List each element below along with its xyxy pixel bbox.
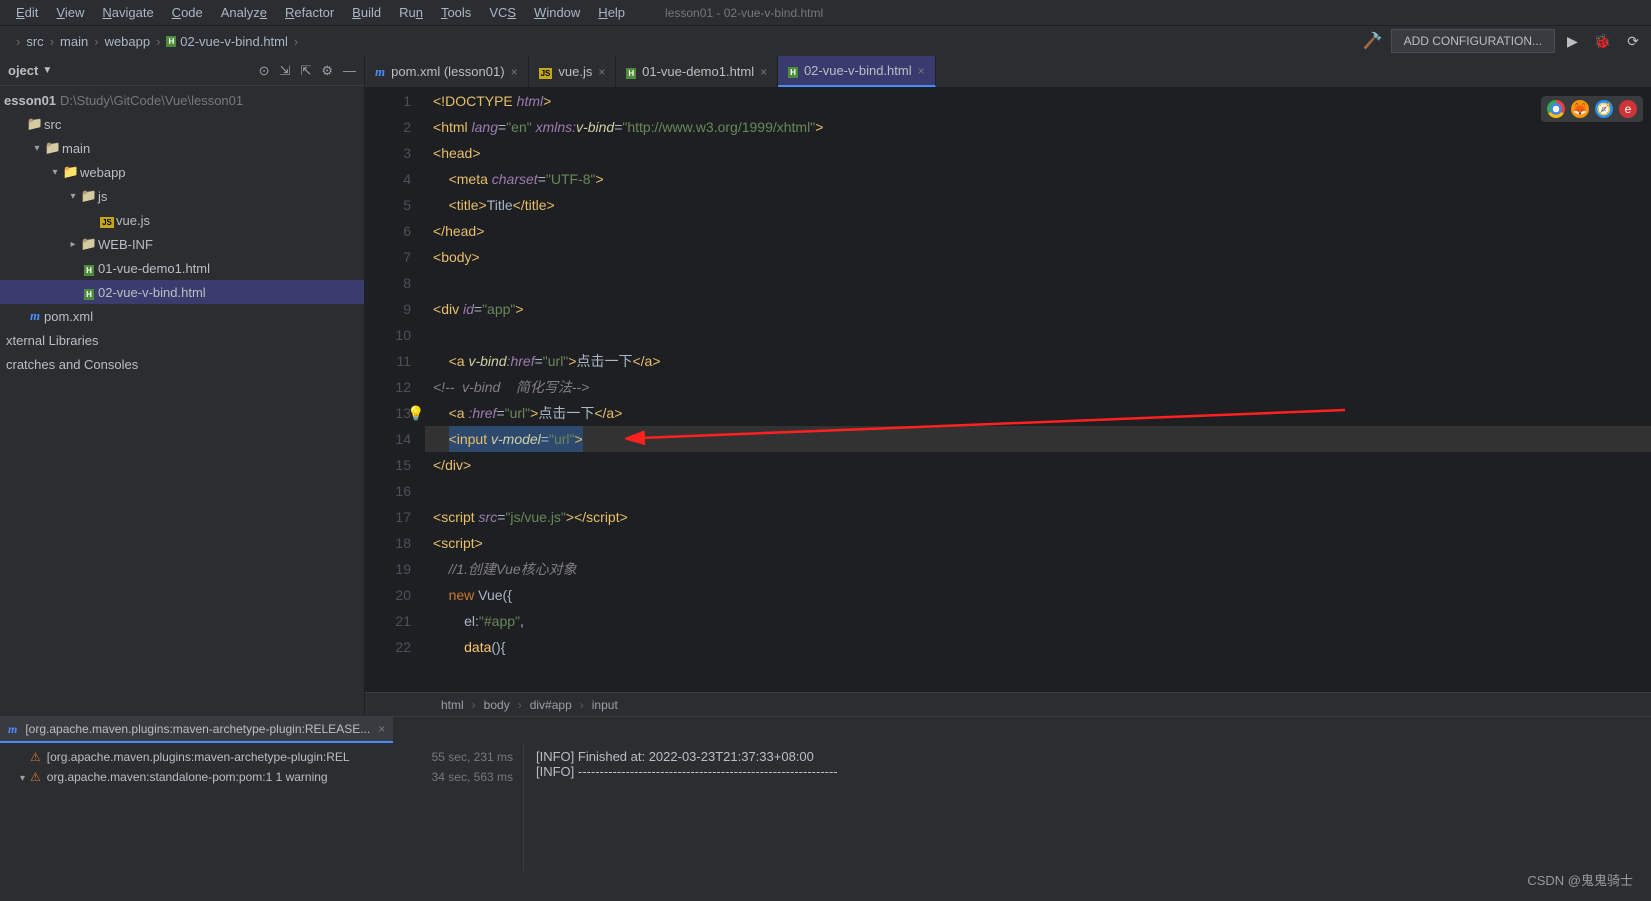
- main-area: oject ▼ ⊙ ⇲ ⇱ ⚙ — esson01 D:\Study\GitCo…: [0, 56, 1651, 716]
- code-crumb-item[interactable]: body: [484, 698, 510, 712]
- menu-window[interactable]: Window: [526, 3, 588, 22]
- breadcrumb: › src › main › webapp › H 02-vue-v-bind.html ›: [8, 34, 298, 49]
- tree-item[interactable]: JSvue.js: [0, 208, 364, 232]
- code-crumb-item[interactable]: div#app: [530, 698, 572, 712]
- tree-item[interactable]: ▸WEB-INF: [0, 232, 364, 256]
- console-line: [INFO] ---------------------------------…: [536, 764, 1639, 779]
- editor-tab[interactable]: H01-vue-demo1.html×: [616, 56, 778, 87]
- run-console[interactable]: [INFO] Finished at: 2022-03-23T21:37:33+…: [524, 743, 1651, 871]
- chrome-icon[interactable]: [1547, 100, 1565, 118]
- close-icon[interactable]: ×: [598, 65, 605, 79]
- breadcrumb-item[interactable]: main: [60, 34, 88, 49]
- select-opened-icon[interactable]: ⊙: [259, 63, 270, 79]
- tree-item[interactable]: H02-vue-v-bind.html: [0, 280, 364, 304]
- chevron-right-icon: ›: [94, 34, 98, 49]
- project-tree[interactable]: esson01 D:\Study\GitCode\Vue\lesson01 sr…: [0, 86, 364, 716]
- menu-navigate[interactable]: Navigate: [94, 3, 161, 22]
- breadcrumb-item[interactable]: src: [26, 34, 43, 49]
- tree-item[interactable]: cratches and Consoles: [0, 352, 364, 376]
- chevron-right-icon: ›: [156, 34, 160, 49]
- run-tree[interactable]: ⚠[org.apache.maven.plugins:maven-archety…: [0, 743, 524, 871]
- hide-icon[interactable]: —: [343, 63, 356, 79]
- breadcrumb-item[interactable]: H 02-vue-v-bind.html: [166, 34, 287, 49]
- editor-tab[interactable]: mpom.xml (lesson01)×: [365, 56, 529, 87]
- run-tab-label: [org.apache.maven.plugins:maven-archetyp…: [25, 722, 370, 736]
- root-name: esson01: [4, 93, 56, 108]
- close-icon[interactable]: ×: [511, 65, 518, 79]
- close-icon[interactable]: ×: [378, 722, 385, 736]
- window-title: lesson01 - 02-vue-v-bind.html: [665, 6, 823, 20]
- gutter: 12345678910111213141516171819202122: [365, 88, 425, 692]
- menu-refactor[interactable]: Refactor: [277, 3, 342, 22]
- project-tool-window: oject ▼ ⊙ ⇲ ⇱ ⚙ — esson01 D:\Study\GitCo…: [0, 56, 365, 716]
- menu-edit[interactable]: Edit: [8, 3, 46, 22]
- editor-tabs: mpom.xml (lesson01)×JSvue.js×H01-vue-dem…: [365, 56, 1651, 88]
- editor-tab[interactable]: JSvue.js×: [529, 56, 617, 87]
- debug-icon[interactable]: 🐞: [1590, 33, 1615, 50]
- safari-icon[interactable]: 🧭: [1595, 100, 1613, 118]
- project-root[interactable]: esson01 D:\Study\GitCode\Vue\lesson01: [0, 88, 364, 112]
- run-tool-window: m [org.apache.maven.plugins:maven-archet…: [0, 716, 1651, 871]
- firefox-icon[interactable]: 🦊: [1571, 100, 1589, 118]
- close-icon[interactable]: ×: [760, 65, 767, 79]
- update-icon[interactable]: ⟳: [1623, 33, 1643, 50]
- menu-analyze[interactable]: Analyze: [213, 3, 275, 22]
- tree-item[interactable]: src: [0, 112, 364, 136]
- collapse-all-icon[interactable]: ⇱: [300, 63, 311, 79]
- tree-item[interactable]: ▾js: [0, 184, 364, 208]
- close-icon[interactable]: ×: [918, 64, 925, 78]
- edge-icon[interactable]: e: [1619, 100, 1637, 118]
- tree-item[interactable]: xternal Libraries: [0, 328, 364, 352]
- run-tree-item[interactable]: ▾⚠org.apache.maven:standalone-pom:pom:1 …: [0, 767, 523, 787]
- run-tab[interactable]: m [org.apache.maven.plugins:maven-archet…: [0, 717, 393, 743]
- gear-icon[interactable]: ⚙: [321, 63, 333, 79]
- menu-vcs[interactable]: VCS: [481, 3, 524, 22]
- menu-view[interactable]: View: [48, 3, 92, 22]
- tree-item[interactable]: ▾main: [0, 136, 364, 160]
- menu-tools[interactable]: Tools: [433, 3, 479, 22]
- browser-preview-icons: 🦊 🧭 e: [1541, 96, 1643, 122]
- chevron-right-icon: ›: [16, 34, 20, 49]
- console-line: [INFO] Finished at: 2022-03-23T21:37:33+…: [536, 749, 1639, 764]
- toolbar-right: 🔨 ADD CONFIGURATION... ▶ 🐞 ⟳: [1363, 29, 1643, 53]
- tree-item[interactable]: H01-vue-demo1.html: [0, 256, 364, 280]
- run-icon[interactable]: ▶: [1563, 33, 1582, 50]
- chevron-right-icon: ›: [294, 34, 298, 49]
- build-icon[interactable]: 🔨: [1363, 31, 1383, 51]
- chevron-down-icon[interactable]: ▼: [42, 65, 52, 76]
- code-crumb-item[interactable]: html: [441, 698, 464, 712]
- code-content[interactable]: 🦊 🧭 e <!DOCTYPE html><html lang="en" xml…: [425, 88, 1651, 692]
- add-configuration-button[interactable]: ADD CONFIGURATION...: [1391, 29, 1555, 53]
- menu-build[interactable]: Build: [344, 3, 389, 22]
- menu-bar: EditViewNavigateCodeAnalyzeRefactorBuild…: [0, 0, 1651, 26]
- breadcrumb-item[interactable]: webapp: [105, 34, 151, 49]
- editor-area: mpom.xml (lesson01)×JSvue.js×H01-vue-dem…: [365, 56, 1651, 716]
- code-editor[interactable]: 12345678910111213141516171819202122 🦊 🧭 …: [365, 88, 1651, 692]
- tree-item[interactable]: mpom.xml: [0, 304, 364, 328]
- tree-item[interactable]: ▾webapp: [0, 160, 364, 184]
- intention-bulb-icon[interactable]: 💡: [407, 400, 424, 426]
- project-header: oject ▼ ⊙ ⇲ ⇱ ⚙ —: [0, 56, 364, 86]
- editor-tab[interactable]: H02-vue-v-bind.html×: [778, 56, 935, 87]
- menu-run[interactable]: Run: [391, 3, 431, 22]
- project-label[interactable]: oject: [8, 63, 38, 78]
- run-tree-item[interactable]: ⚠[org.apache.maven.plugins:maven-archety…: [0, 747, 523, 767]
- expand-all-icon[interactable]: ⇲: [280, 63, 291, 79]
- chevron-right-icon: ›: [50, 34, 54, 49]
- maven-icon: m: [8, 722, 17, 737]
- navigation-bar: › src › main › webapp › H 02-vue-v-bind.html› …: [0, 26, 1651, 56]
- menu-code[interactable]: Code: [164, 3, 211, 22]
- root-path: D:\Study\GitCode\Vue\lesson01: [60, 93, 243, 108]
- menu-help[interactable]: Help: [590, 3, 633, 22]
- code-crumb-item[interactable]: input: [592, 698, 618, 712]
- editor-breadcrumb: html›body›div#app›input: [365, 692, 1651, 716]
- watermark: CSDN @鬼鬼骑士: [1527, 870, 1633, 889]
